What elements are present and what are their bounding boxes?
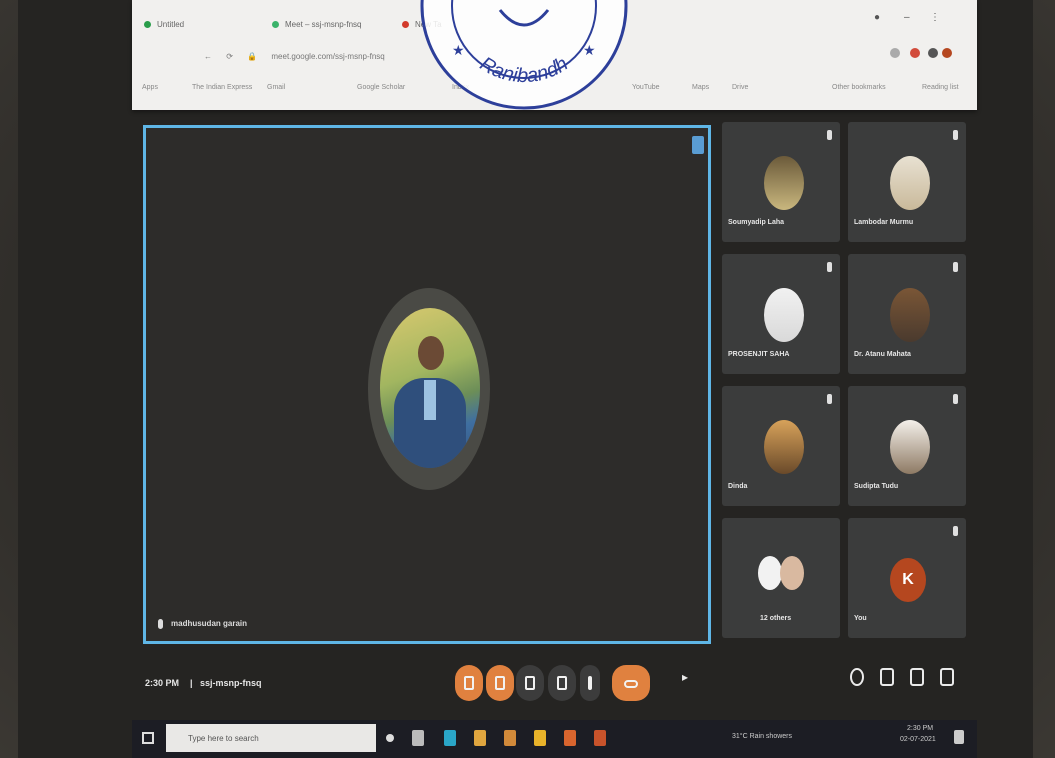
captions-button[interactable] [516, 665, 544, 701]
back-icon[interactable]: ← [204, 52, 212, 61]
mic-muted-icon [953, 130, 958, 140]
bookmark-item[interactable]: Maps [692, 84, 709, 96]
participant-tile[interactable]: Dinda [722, 386, 840, 506]
bookmark-item[interactable]: Gmail [267, 84, 285, 96]
notification-icon[interactable] [954, 730, 964, 744]
self-initial-avatar: K [890, 558, 926, 602]
bookmark-item[interactable]: Drive [732, 84, 748, 96]
meet-favicon-icon [272, 21, 279, 29]
clock-date[interactable]: 02-07-2021 [900, 736, 936, 743]
svg-text:★: ★ [452, 42, 465, 58]
participant-avatar [890, 288, 930, 342]
mic-toggle-button[interactable] [455, 665, 483, 701]
speaker-avatar [380, 308, 480, 468]
taskbar-app-icon[interactable] [594, 730, 606, 746]
college-seal-stamp: Ranibandh ★ ★ [420, 0, 628, 110]
camera-toggle-button[interactable] [486, 665, 514, 701]
extension-icon[interactable] [890, 48, 900, 58]
participant-avatar [764, 156, 804, 210]
browser-tab[interactable]: Untitled [144, 20, 234, 36]
present-button[interactable] [548, 665, 576, 701]
svg-text:★: ★ [583, 42, 596, 58]
taskbar-search-box[interactable]: Type here to search [166, 724, 376, 752]
main-video-tile[interactable]: madhusudan garain [143, 125, 711, 644]
weather-status[interactable]: 31°C Rain showers [732, 733, 792, 740]
meeting-time: 2:30 PM [145, 678, 180, 688]
bookmark-item[interactable]: Reading list [922, 84, 959, 96]
participant-avatar [780, 556, 804, 590]
participant-tile[interactable]: Dr. Atanu Mahata [848, 254, 966, 374]
mic-muted-icon [953, 526, 958, 536]
more-options-button[interactable] [580, 665, 600, 701]
self-tile[interactable]: K You [848, 518, 966, 638]
taskbar-app-icon[interactable] [564, 730, 576, 746]
leave-call-button[interactable] [612, 665, 650, 701]
camera-off-icon [495, 676, 505, 690]
mouse-cursor: ▸ [682, 670, 689, 684]
browser-tab[interactable]: Meet – ssj-msnp-fnsq [272, 20, 392, 36]
profile-avatar[interactable] [942, 48, 952, 58]
mic-muted-icon [953, 394, 958, 404]
meeting-code: ssj-msnp-fnsq [200, 678, 262, 688]
activities-icon[interactable] [940, 668, 954, 686]
participant-avatar [890, 156, 930, 210]
participant-tile[interactable]: Soumyadip Laha [722, 122, 840, 242]
mic-off-icon [464, 676, 474, 690]
lock-icon: 🔒 [247, 52, 258, 61]
info-icon[interactable] [850, 668, 864, 686]
participant-avatar [764, 420, 804, 474]
refresh-icon[interactable]: ⟳ [226, 52, 233, 61]
bookmark-item[interactable]: Other bookmarks [832, 84, 886, 96]
chrome-icon[interactable] [534, 730, 546, 746]
file-explorer-icon[interactable] [474, 730, 486, 746]
extension-icon[interactable] [910, 48, 920, 58]
profile-dot-icon[interactable]: ● [874, 12, 880, 23]
windows-start-icon[interactable] [142, 732, 154, 744]
participant-avatar [764, 288, 804, 342]
tab-favicon-icon [402, 21, 409, 29]
tab-favicon-icon [144, 21, 151, 29]
bookmark-item[interactable]: The Indian Express [192, 84, 252, 96]
present-icon [557, 676, 567, 690]
speaker-name: madhusudan garain [158, 619, 247, 629]
extension-icon[interactable] [928, 48, 938, 58]
participant-tile[interactable]: Sudipta Tudu [848, 386, 966, 506]
menu-icon[interactable]: ⋮ [930, 12, 940, 23]
participant-tile[interactable]: PROSENJIT SAHA [722, 254, 840, 374]
hang-up-icon [624, 680, 638, 688]
mic-muted-icon [953, 262, 958, 272]
task-view-icon[interactable] [412, 730, 424, 746]
cortana-icon[interactable] [386, 734, 394, 742]
participant-avatar [758, 556, 782, 590]
edge-icon[interactable] [444, 730, 456, 746]
more-icon [588, 676, 592, 690]
windows-taskbar: Type here to search 31°C Rain showers 2:… [132, 720, 977, 758]
others-tile[interactable]: 12 others [722, 518, 840, 638]
bookmark-item[interactable]: Google Scholar [357, 84, 405, 96]
minimize-icon[interactable]: – [904, 12, 910, 23]
mic-muted-icon [827, 394, 832, 404]
participant-tile[interactable]: Lambodar Murmu [848, 122, 966, 242]
bookmark-item[interactable]: Apps [142, 84, 158, 96]
participant-avatar [890, 420, 930, 474]
bookmark-item[interactable]: YouTube [632, 84, 660, 96]
mic-icon [158, 619, 163, 629]
bar-separator: | [190, 678, 193, 688]
store-icon[interactable] [504, 730, 516, 746]
people-icon[interactable] [880, 668, 894, 686]
pin-icon[interactable] [692, 136, 704, 154]
mic-muted-icon [827, 130, 832, 140]
chat-icon[interactable] [910, 668, 924, 686]
captions-icon [525, 676, 535, 690]
clock-time[interactable]: 2:30 PM [907, 725, 933, 732]
mic-muted-icon [827, 262, 832, 272]
